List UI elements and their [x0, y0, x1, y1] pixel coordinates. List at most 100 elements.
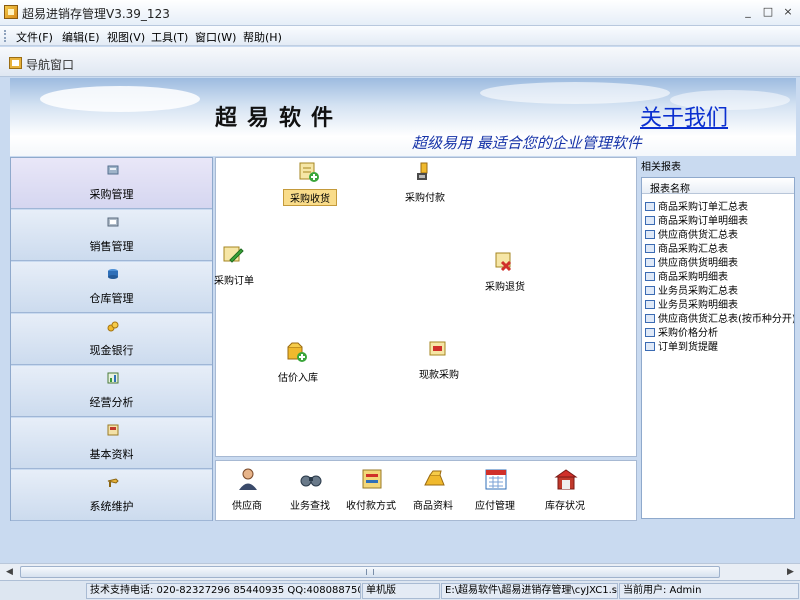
- warehouse-icon: [108, 269, 118, 279]
- module-warehouse[interactable]: 仓库管理: [11, 262, 212, 313]
- menu-window[interactable]: 窗口(W): [195, 29, 236, 45]
- status-user: 当前用户: Admin: [619, 583, 799, 599]
- shortcut-label: 库存状况: [545, 501, 585, 512]
- status-support: 技术支持电话: 020-82327296 85440935 QQ:4080887…: [86, 583, 361, 599]
- flow-purchase-order[interactable]: 采购订单: [189, 244, 279, 294]
- module-purchase[interactable]: 采购管理: [11, 158, 212, 209]
- report-item[interactable]: 业务员采购明细表: [645, 296, 738, 311]
- report-icon: [645, 272, 655, 281]
- shortcut-bar: 供应商 业务查找 收付款方式 商品资料 应付管理 库存状况: [215, 460, 637, 521]
- analysis-icon: [107, 372, 119, 384]
- shortcut-payable[interactable]: 应付管理: [460, 465, 530, 519]
- report-icon: [645, 230, 655, 239]
- shortcut-business-search[interactable]: 业务查找: [275, 465, 345, 519]
- menu-view[interactable]: 视图(V): [107, 29, 145, 45]
- flow-label: 采购收货: [283, 189, 337, 206]
- status-bar: 技术支持电话: 020-82327296 85440935 QQ:4080887…: [0, 580, 800, 600]
- menu-edit[interactable]: 编辑(E): [62, 29, 100, 45]
- shortcut-inventory-status[interactable]: 库存状况: [530, 465, 600, 519]
- shortcut-supplier[interactable]: 供应商: [212, 465, 282, 519]
- binoculars-icon: [300, 475, 322, 487]
- supplier-person-icon: [239, 468, 257, 490]
- receipt-document-icon: [299, 162, 319, 182]
- report-item[interactable]: 供应商供货汇总表: [645, 226, 738, 241]
- calendar-icon: [485, 469, 507, 490]
- report-item[interactable]: 供应商供货明细表: [645, 254, 738, 269]
- shortcut-product-info[interactable]: 商品资料: [398, 465, 468, 519]
- report-item[interactable]: 供应商供货汇总表(按币种分开): [645, 310, 794, 325]
- scroll-left-icon[interactable]: ◀: [2, 565, 17, 579]
- about-us-link[interactable]: 关于我们: [640, 100, 728, 132]
- module-analysis[interactable]: 经营分析: [11, 366, 212, 417]
- report-item[interactable]: 业务员采购汇总表: [645, 282, 738, 297]
- flow-label: 现款采购: [419, 370, 459, 381]
- cloud-decoration: [40, 86, 200, 112]
- report-icon: [645, 314, 655, 323]
- scroll-right-icon[interactable]: ▶: [783, 565, 798, 579]
- title-bar: 超易进销存管理V3.39_123 _ □ ×: [0, 0, 800, 26]
- status-path: E:\超易软件\超易进销存管理\cyJXC1.sys: [441, 583, 618, 599]
- minimize-button[interactable]: _: [740, 5, 756, 19]
- module-sales[interactable]: 销售管理: [11, 210, 212, 261]
- flow-purchase-payment[interactable]: 采购付款: [380, 161, 470, 211]
- menu-tools[interactable]: 工具(T): [151, 29, 188, 45]
- flow-purchase-return[interactable]: 采购退货: [460, 250, 550, 300]
- report-icon: [645, 328, 655, 337]
- maintenance-icon: [107, 478, 119, 487]
- basic-info-icon: [107, 424, 119, 436]
- module-cash-bank[interactable]: 现金银行: [11, 314, 212, 365]
- module-label: 现金银行: [89, 344, 134, 357]
- report-item[interactable]: 商品采购汇总表: [645, 240, 728, 255]
- slogan: 超级易用 最适合您的企业管理软件: [412, 134, 642, 152]
- brand-title: 超易软件: [215, 106, 344, 131]
- purchase-flow-panel: 采购收货 采购付款 采购订单 采购退货 估价入库 现款采购: [214, 157, 637, 457]
- scrollbar-thumb[interactable]: [20, 566, 720, 578]
- report-item[interactable]: 商品采购明细表: [645, 268, 728, 283]
- flow-label: 采购订单: [214, 276, 254, 287]
- module-label: 仓库管理: [89, 292, 134, 305]
- flow-estimate-stock-in[interactable]: 估价入库: [253, 341, 343, 391]
- report-item[interactable]: 商品采购订单明细表: [645, 212, 748, 227]
- scrollbar-grip: [366, 569, 374, 575]
- window-title: 超易进销存管理V3.39_123: [22, 7, 170, 21]
- report-item[interactable]: 商品采购订单汇总表: [645, 198, 748, 213]
- related-reports-panel: 相关报表 报表名称 商品采购订单汇总表 商品采购订单明细表 供应商供货汇总表 商…: [639, 157, 797, 521]
- flow-label: 采购退货: [485, 282, 525, 293]
- shortcut-payment-method[interactable]: 收付款方式: [336, 465, 406, 519]
- module-maintenance[interactable]: 系统维护: [11, 470, 212, 521]
- cash-purchase-icon: [429, 341, 446, 356]
- close-button[interactable]: ×: [780, 5, 796, 19]
- menu-help[interactable]: 帮助(H): [243, 29, 282, 45]
- report-icon: [645, 216, 655, 225]
- status-mode: 单机版: [362, 583, 440, 599]
- return-document-icon: [495, 252, 512, 272]
- nav-window-header: 导航窗口: [0, 47, 800, 77]
- banner: 超易软件 关于我们 超级易用 最适合您的企业管理软件: [10, 78, 796, 156]
- report-icon: [645, 258, 655, 267]
- sales-icon: [107, 217, 119, 227]
- app-icon: [4, 5, 18, 19]
- shortcut-label: 收付款方式: [346, 501, 396, 512]
- flow-label: 采购付款: [405, 193, 445, 204]
- module-basic-info[interactable]: 基本资料: [11, 418, 212, 469]
- flow-label: 估价入库: [278, 373, 318, 384]
- warehouse-building-icon: [554, 469, 578, 490]
- report-icon: [645, 286, 655, 295]
- shortcut-label: 应付管理: [475, 501, 515, 512]
- report-item[interactable]: 订单到货提醒: [645, 338, 718, 353]
- maximize-button[interactable]: □: [760, 5, 776, 19]
- horizontal-scrollbar[interactable]: ◀ ▶: [0, 563, 800, 580]
- menu-file[interactable]: 文件(F): [16, 29, 53, 45]
- flow-cash-purchase[interactable]: 现款采购: [394, 338, 484, 388]
- module-sidebar: 采购管理 销售管理 仓库管理 现金银行 经营分析 基本资料 系统维护: [10, 157, 213, 521]
- reports-list: 报表名称 商品采购订单汇总表 商品采购订单明细表 供应商供货汇总表 商品采购汇总…: [641, 177, 795, 519]
- report-item[interactable]: 采购价格分析: [645, 324, 718, 339]
- reports-column-header[interactable]: 报表名称: [642, 178, 794, 195]
- module-label: 销售管理: [89, 240, 134, 253]
- menu-grip: [4, 30, 7, 42]
- menu-bar: 文件(F) 编辑(E) 视图(V) 工具(T) 窗口(W) 帮助(H): [0, 26, 800, 46]
- report-icon: [645, 244, 655, 253]
- gold-bar-icon: [424, 470, 445, 486]
- flow-purchase-receipt[interactable]: 采购收货: [265, 161, 355, 211]
- payment-method-icon: [362, 469, 382, 489]
